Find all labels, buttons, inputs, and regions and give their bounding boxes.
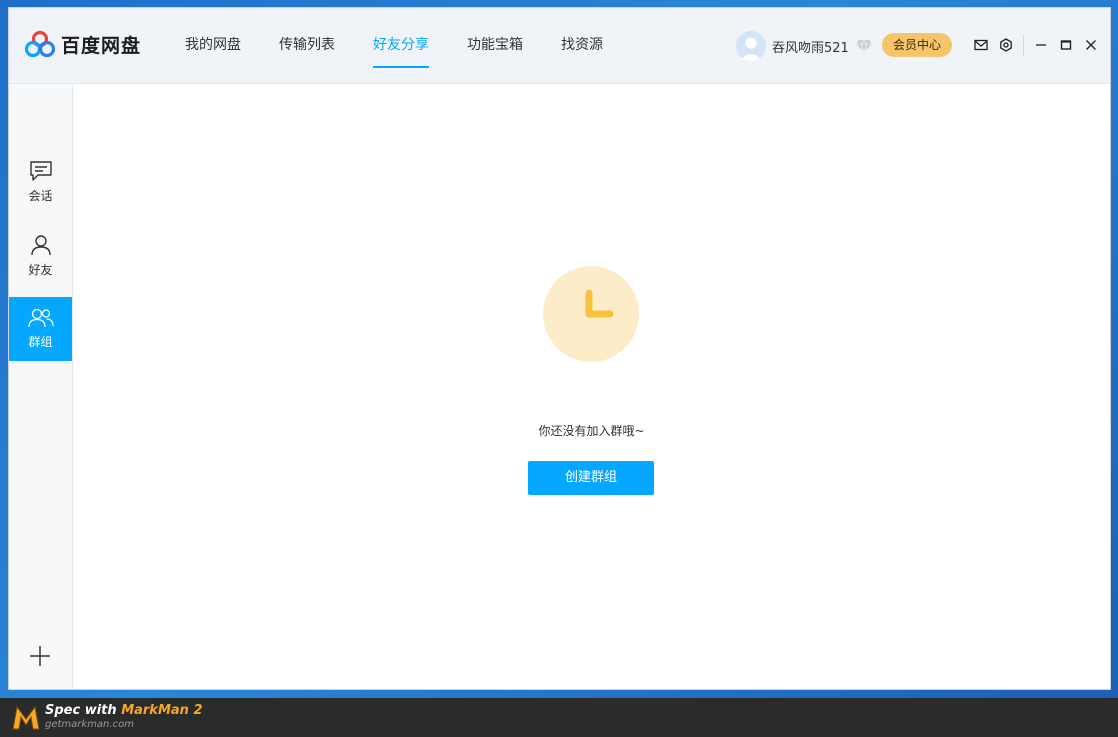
main-content: 你还没有加入群哦~ 创建群组 (73, 84, 1110, 689)
avatar[interactable] (736, 31, 766, 61)
markman-prefix: Spec with (45, 703, 122, 718)
sidebar-item-label: 群组 (28, 335, 53, 349)
baidu-netdisk-logo-icon (25, 30, 55, 58)
settings-gear-icon[interactable] (997, 36, 1015, 54)
markman-site: getmarkman.com (45, 719, 134, 730)
sidebar: 会话 好友 群组 (9, 84, 73, 689)
nav-find-resources[interactable]: 找资源 (561, 8, 603, 83)
sidebar-item-chats[interactable]: 会话 (9, 150, 72, 214)
avatar-person-icon (736, 31, 766, 61)
diamond-icon[interactable] (855, 39, 873, 53)
app-window: 百度网盘 我的网盘 传输列表 好友分享 功能宝箱 找资源 吞风吻雨521 会员中… (9, 8, 1110, 689)
user-info[interactable]: 吞风吻雨521 (736, 30, 873, 62)
create-group-button[interactable]: 创建群组 (528, 461, 654, 495)
vip-center-button[interactable]: 会员中心 (882, 33, 952, 57)
mail-icon[interactable] (972, 36, 990, 54)
minimize-icon[interactable] (1032, 36, 1050, 54)
nav-toolbox[interactable]: 功能宝箱 (467, 8, 523, 83)
empty-state-message: 你还没有加入群哦~ (538, 424, 645, 438)
person-icon (30, 235, 51, 256)
nav-my-disk[interactable]: 我的网盘 (185, 8, 241, 83)
nav-friend-share[interactable]: 好友分享 (373, 8, 429, 83)
top-nav: 我的网盘 传输列表 好友分享 功能宝箱 找资源 (185, 8, 641, 83)
title-bar: 百度网盘 我的网盘 传输列表 好友分享 功能宝箱 找资源 吞风吻雨521 会员中… (9, 8, 1110, 84)
close-icon[interactable] (1082, 36, 1100, 54)
group-icon (27, 308, 54, 328)
markman-brand: MarkMan 2 (121, 703, 203, 718)
maximize-icon[interactable] (1057, 36, 1075, 54)
plus-icon[interactable] (29, 645, 51, 667)
empty-state-illustration (543, 266, 639, 362)
sidebar-item-friends[interactable]: 好友 (9, 224, 72, 288)
sidebar-item-groups[interactable]: 群组 (9, 297, 72, 361)
app-logo[interactable]: 百度网盘 (25, 30, 141, 58)
sidebar-item-label: 会话 (28, 189, 53, 203)
clock-icon (585, 289, 614, 318)
markman-bar: Spec with MarkMan 2 getmarkman.com (0, 698, 1118, 737)
username[interactable]: 吞风吻雨521 (772, 37, 849, 56)
sidebar-item-label: 好友 (28, 263, 53, 277)
chat-icon (29, 161, 52, 181)
title-divider (1023, 34, 1024, 56)
markman-logo-icon (12, 705, 40, 730)
nav-transfer-list[interactable]: 传输列表 (279, 8, 335, 83)
markman-tagline: Spec with MarkMan 2 (45, 703, 203, 718)
app-name: 百度网盘 (61, 34, 142, 57)
